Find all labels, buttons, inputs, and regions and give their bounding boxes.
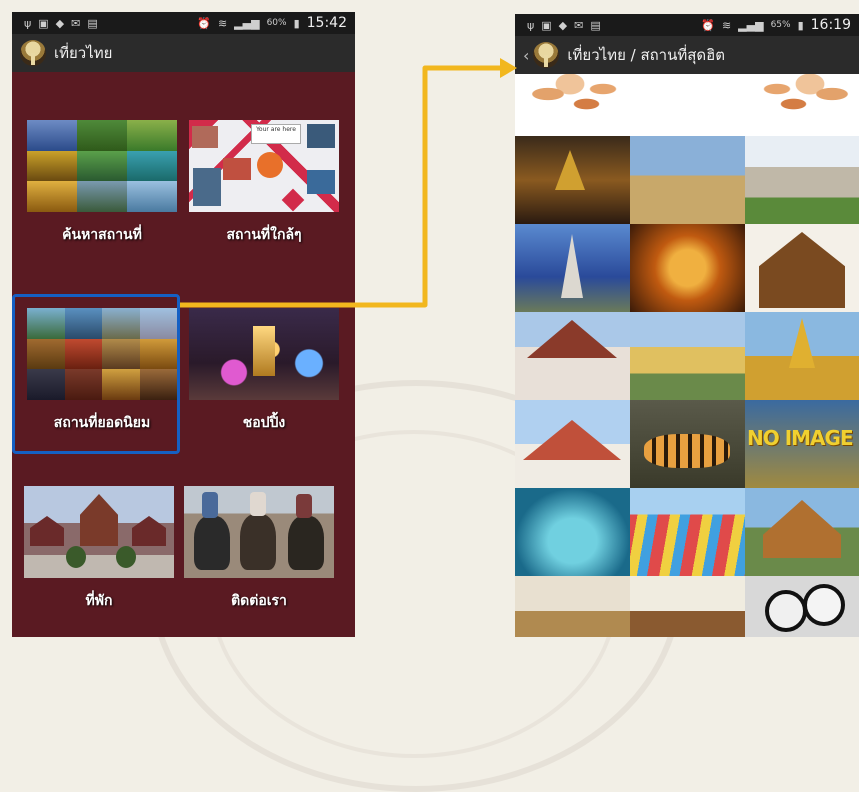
connector-arrow xyxy=(180,58,517,308)
arrow-head-icon xyxy=(500,58,517,78)
